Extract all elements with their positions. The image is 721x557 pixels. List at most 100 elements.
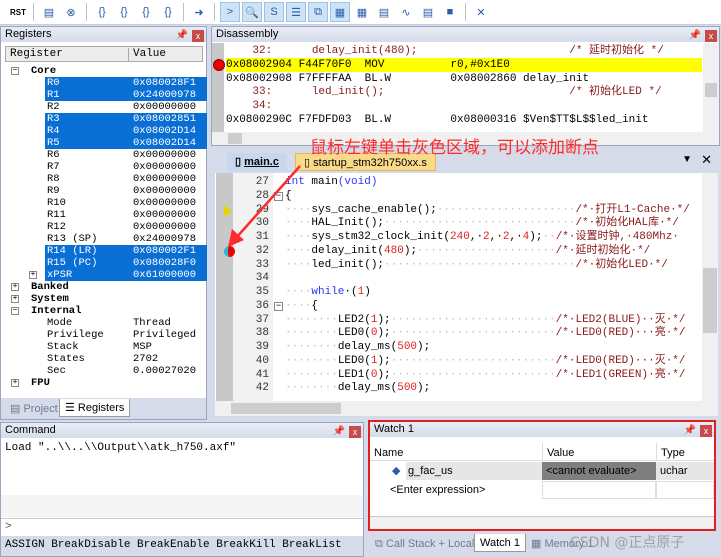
tree-toggle-icon[interactable]: + <box>29 271 37 279</box>
toolbox-button[interactable]: ✕ <box>471 2 491 22</box>
step-into-button[interactable]: {} <box>92 2 112 22</box>
step-out-button[interactable]: {} <box>136 2 156 22</box>
register-row[interactable]: R5 0x08002D14 <box>3 137 207 149</box>
symbols-window-button[interactable]: S <box>264 2 284 22</box>
tree-toggle-icon[interactable]: − <box>11 307 19 315</box>
code-line[interactable]: 40 ········LED0(1);······················… <box>215 355 703 369</box>
register-row[interactable]: Stack MSP <box>3 341 207 353</box>
disassembly-line[interactable]: 33: led_init(); /* 初始化LED */ <box>226 85 702 99</box>
scrollbar-thumb[interactable] <box>231 403 341 414</box>
tab-watch-1[interactable]: Watch 1 <box>474 534 526 552</box>
breakpoint-icon[interactable] <box>224 245 235 257</box>
column-header-register[interactable]: Register <box>10 48 63 60</box>
watch-hscrollbar[interactable] <box>370 516 714 529</box>
analysis-window-button[interactable]: ∿ <box>396 2 416 22</box>
disassembly-line[interactable]: 0x0800290C F7FDFD03 BL.W 0x08000316 $Ven… <box>226 113 702 127</box>
register-row[interactable]: − Core <box>3 65 207 77</box>
serial-window-button[interactable]: ▤ <box>374 2 394 22</box>
code-line[interactable]: 38 ········LED0(0);······················… <box>215 327 703 341</box>
code-line[interactable]: 33 ····led_init();·······················… <box>215 259 703 273</box>
register-row[interactable]: Mode Thread <box>3 317 207 329</box>
register-row[interactable]: R0 0x080028F1 <box>3 77 207 89</box>
register-row[interactable]: + FPU <box>3 377 207 389</box>
disassembly-line[interactable]: 34: <box>226 99 702 113</box>
close-editor-icon[interactable]: ✕ <box>701 152 712 168</box>
code-line[interactable]: 34 <box>215 272 703 286</box>
call-stack-button[interactable]: ⧉ <box>308 2 328 22</box>
tab-registers[interactable]: ☰ Registers <box>59 399 131 417</box>
system-viewer-button[interactable]: ■ <box>440 2 460 22</box>
pin-icon[interactable]: 📌 <box>684 423 696 438</box>
column-header-value[interactable]: Value <box>542 443 578 461</box>
show-next-statement-button[interactable]: ➜ <box>189 2 209 22</box>
tab-main-c[interactable]: ▯ main.c <box>227 153 287 171</box>
pin-icon[interactable]: 📌 <box>689 28 701 43</box>
tab-project[interactable]: ▤ Project <box>5 400 63 418</box>
register-row[interactable]: R3 0x08002851 <box>3 113 207 125</box>
code-line[interactable]: 28−{ <box>215 190 703 204</box>
register-row[interactable]: R11 0x00000000 <box>3 209 207 221</box>
code-line[interactable]: 41 ········LED1(0);······················… <box>215 369 703 383</box>
register-row[interactable]: R2 0x00000000 <box>3 101 207 113</box>
tree-toggle-icon[interactable]: + <box>11 379 19 387</box>
editor-hscrollbar[interactable] <box>215 401 718 416</box>
step-over-button[interactable]: {} <box>114 2 134 22</box>
disassembly-line[interactable]: 32: delay_init(480); /* 延时初始化 */ <box>226 44 702 58</box>
disassembly-vscrollbar[interactable] <box>703 43 719 133</box>
register-row[interactable]: States 2702 <box>3 353 207 365</box>
breakpoint-icon[interactable] <box>213 58 225 71</box>
editor-vscrollbar[interactable] <box>702 173 718 401</box>
register-row[interactable]: R8 0x00000000 <box>3 173 207 185</box>
reset-button[interactable]: RST <box>8 2 28 22</box>
register-row[interactable]: + System <box>3 293 207 305</box>
watch-window-button[interactable]: ▦ <box>330 2 350 22</box>
trace-window-button[interactable]: ▤ <box>418 2 438 22</box>
pin-icon[interactable]: 📌 <box>176 28 188 43</box>
code-line[interactable]: 31 ····sys_stm32_clock_init(240,·2,·2,·4)… <box>215 231 703 245</box>
column-header-name[interactable]: Name <box>374 447 403 459</box>
column-header-value[interactable]: Value <box>128 48 166 62</box>
tree-toggle-icon[interactable]: + <box>11 295 19 303</box>
register-row[interactable]: R13 (SP) 0x24000978 <box>3 233 207 245</box>
tree-toggle-icon[interactable]: + <box>11 283 19 291</box>
close-icon[interactable]: x <box>349 425 361 438</box>
register-row[interactable]: R10 0x00000000 <box>3 197 207 209</box>
register-row[interactable]: R12 0x00000000 <box>3 221 207 233</box>
register-row[interactable]: R1 0x24000978 <box>3 89 207 101</box>
register-row[interactable]: R7 0x00000000 <box>3 161 207 173</box>
disassembly-line[interactable]: 0x08002908 F7FFFFAA BL.W 0x08002860 dela… <box>226 72 702 86</box>
code-line[interactable]: 39 ········delay_ms(500); <box>215 341 703 355</box>
watch-row-enter-expression[interactable]: <Enter expression> <box>370 481 714 499</box>
command-input[interactable]: > <box>1 518 363 535</box>
code-line[interactable]: 35 ····while·(1) <box>215 286 703 300</box>
code-line[interactable]: 37 ········LED2(1);······················… <box>215 314 703 328</box>
watch-value[interactable]: <cannot evaluate> <box>542 462 656 480</box>
code-line[interactable]: 30 ····HAL_Init();·······················… <box>215 217 703 231</box>
register-row[interactable]: R14 (LR) 0x080002F1 <box>3 245 207 257</box>
command-hscrollbar[interactable] <box>1 495 363 517</box>
fold-toggle-icon[interactable]: − <box>274 191 283 201</box>
step-list-button[interactable]: ▤ <box>39 2 59 22</box>
code-line[interactable]: 42 ········delay_ms(500); <box>215 382 703 396</box>
close-icon[interactable]: x <box>705 29 717 42</box>
tab-list-dropdown-icon[interactable]: ▼ <box>682 154 692 165</box>
scrollbar-thumb[interactable] <box>703 268 717 333</box>
register-row[interactable]: R4 0x08002D14 <box>3 125 207 137</box>
command-window-button[interactable]: > <box>220 2 240 22</box>
scrollbar-thumb[interactable] <box>228 133 242 144</box>
scrollbar-thumb[interactable] <box>705 83 717 97</box>
enter-expression[interactable]: <Enter expression> <box>390 484 485 496</box>
fold-toggle-icon[interactable]: − <box>274 301 283 311</box>
disassembly-line[interactable]: 0x08002904 F44F70F0 MOV r0,#0x1E0 <box>226 57 702 72</box>
register-row[interactable]: + xPSR 0x61000000 <box>3 269 207 281</box>
register-row[interactable]: − Internal <box>3 305 207 317</box>
close-icon[interactable]: x <box>700 424 712 437</box>
register-row[interactable]: + Banked <box>3 281 207 293</box>
registers-window-button[interactable]: ☰ <box>286 2 306 22</box>
register-row[interactable]: Sec 0.00027020 <box>3 365 207 377</box>
column-header-type[interactable]: Type <box>656 443 689 461</box>
tab-call-stack-locals[interactable]: ⧉ Call Stack + Locals <box>370 535 485 553</box>
disassembly-window-button[interactable]: 🔍 <box>242 2 262 22</box>
register-row[interactable]: R15 (PC) 0x080028F0 <box>3 257 207 269</box>
code-line[interactable]: 29 ····sys_cache_enable();···············… <box>215 204 703 218</box>
